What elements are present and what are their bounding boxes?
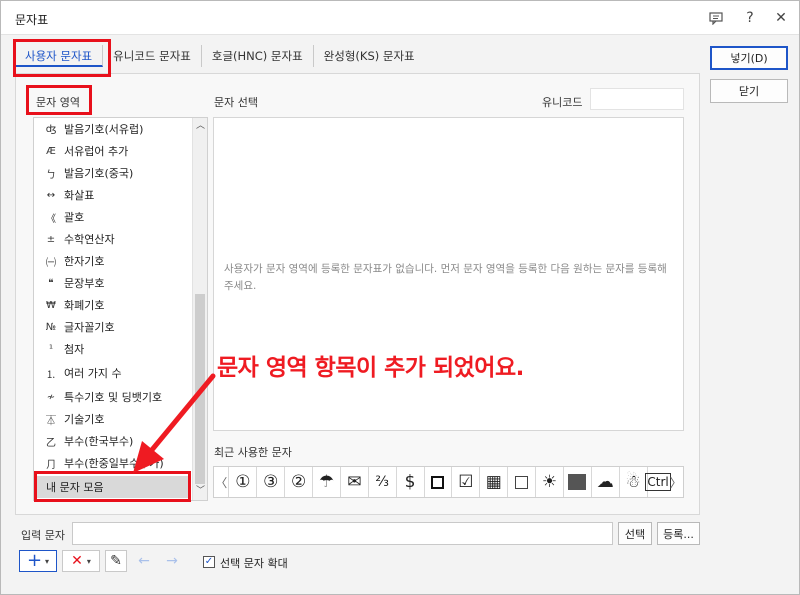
- arrow-right-icon: →: [166, 553, 178, 569]
- list-item[interactable]: ❝ 문장부호: [34, 272, 194, 294]
- list-item-icon: ≁: [46, 391, 56, 403]
- close-icon[interactable]: ✕: [766, 5, 796, 31]
- recent-char[interactable]: ②: [284, 467, 312, 497]
- plus-icon: +: [26, 550, 43, 571]
- list-item[interactable]: ≁ 특수기호 및 딩뱃기호: [34, 386, 194, 408]
- scroll-thumb[interactable]: [195, 294, 205, 484]
- highlight-box-tab: [13, 39, 111, 77]
- list-item-icon: ㄅ: [46, 169, 56, 181]
- recent-char-filled-box[interactable]: [562, 467, 591, 497]
- unicode-label: 유니코드: [542, 96, 583, 109]
- help-icon[interactable]: ?: [735, 5, 765, 31]
- enlarge-checkbox[interactable]: ✓: [203, 556, 215, 568]
- recent-char[interactable]: ☀: [535, 467, 563, 497]
- register-button[interactable]: 등록...: [657, 522, 700, 545]
- list-item-icon: ⏄: [46, 415, 56, 427]
- list-item[interactable]: № 글자꼴기호: [34, 316, 194, 338]
- recent-label: 최근 사용한 문자: [214, 446, 292, 459]
- list-item-icon: ¹: [48, 343, 53, 355]
- list-item-icon: ❝: [48, 277, 54, 289]
- select-button[interactable]: 선택: [618, 522, 652, 545]
- list-item-icon: ⺆: [46, 459, 56, 471]
- highlight-box-my-chars: [34, 471, 191, 502]
- charmap-dialog: 문자표 ? ✕ 사용자 문자표 유니코드 문자표 호글(HNC) 문자표 완성형…: [0, 0, 800, 595]
- list-item-icon: ʤ: [45, 123, 57, 135]
- filled-box-icon: [568, 474, 587, 490]
- list-item-icon: 乙: [46, 437, 56, 449]
- annotation-text: 문자 영역 항목이 추가 되었어요.: [217, 355, 524, 381]
- delete-icon: ✕: [71, 553, 83, 569]
- chevron-right-icon[interactable]: 〉: [669, 474, 683, 491]
- recent-char[interactable]: ▦: [479, 467, 507, 497]
- scroll-up-icon[interactable]: ︿: [193, 119, 207, 133]
- recent-char[interactable]: ☂: [312, 467, 340, 497]
- back-button[interactable]: ←: [133, 550, 155, 572]
- chevron-left-icon[interactable]: 〈: [214, 474, 228, 491]
- list-item[interactable]: 《 괄호: [34, 206, 194, 228]
- region-list-scrollbar[interactable]: ︿ ﹀: [192, 118, 207, 500]
- list-item[interactable]: Æ 서유럽어 추가: [34, 140, 194, 162]
- insert-button[interactable]: 넣기(D): [710, 46, 788, 70]
- list-item-icon: ↔: [46, 189, 56, 201]
- recent-char[interactable]: ⅔: [367, 467, 396, 497]
- list-item[interactable]: ㄅ 발음기호(중국): [34, 162, 194, 184]
- list-item[interactable]: ₩ 화폐기호: [34, 294, 194, 316]
- empty-box-icon: [515, 475, 529, 489]
- list-item-icon: №: [45, 321, 57, 333]
- tab-hnc-charmap[interactable]: 호글(HNC) 문자표: [202, 45, 314, 67]
- pencil-icon: ✎: [110, 553, 122, 569]
- chevron-down-icon: ▾: [86, 556, 91, 566]
- box-icon: [431, 475, 445, 489]
- input-label: 입력 문자: [21, 529, 65, 542]
- chat-icon[interactable]: [701, 5, 731, 31]
- window-title: 문자표: [15, 13, 49, 27]
- recent-chars-strip[interactable]: 〈 ① ③ ② ☂ ✉ ⅔ $ ☑ ▦ ☀ ☁ ☃ Ctrl 〉: [213, 466, 684, 498]
- edit-button[interactable]: ✎: [105, 550, 127, 572]
- close-button[interactable]: 닫기: [710, 79, 788, 103]
- title-bar: 문자표 ? ✕: [1, 1, 799, 35]
- list-item[interactable]: ↔ 화살표: [34, 184, 194, 206]
- forward-button[interactable]: →: [161, 550, 183, 572]
- tab-unicode-charmap[interactable]: 유니코드 문자표: [103, 45, 202, 67]
- char-select-empty-message: 사용자가 문자 영역에 등록한 문자표가 없습니다. 먼저 문자 영역을 등록한…: [224, 263, 667, 292]
- recent-char-empty-box[interactable]: [507, 467, 535, 497]
- recent-char[interactable]: ✉: [339, 467, 368, 497]
- recent-char-ctrl[interactable]: Ctrl: [645, 467, 671, 497]
- recent-char[interactable]: $: [395, 467, 424, 497]
- add-button[interactable]: + ▾: [19, 550, 57, 572]
- unicode-input[interactable]: [590, 88, 684, 110]
- list-item-icon: ±: [46, 233, 56, 245]
- char-select-area[interactable]: 사용자가 문자 영역에 등록한 문자표가 없습니다. 먼저 문자 영역을 등록한…: [213, 117, 684, 431]
- recent-char[interactable]: ☑: [451, 467, 479, 497]
- list-item[interactable]: ⒈ 여러 가지 수: [34, 362, 194, 384]
- list-item[interactable]: ± 수학연산자: [34, 228, 194, 250]
- enlarge-checkbox-label: 선택 문자 확대: [220, 557, 288, 570]
- list-item[interactable]: ⏄ 기술기호: [34, 408, 194, 430]
- list-item-icon: Æ: [46, 145, 56, 157]
- delete-button[interactable]: ✕ ▾: [62, 550, 100, 572]
- list-item[interactable]: 乙 부수(한국부수): [34, 430, 194, 452]
- recent-char-box[interactable]: [423, 467, 452, 497]
- input-chars-field[interactable]: [72, 522, 613, 545]
- highlight-box-region: [26, 85, 92, 115]
- recent-char[interactable]: ☃: [618, 467, 647, 497]
- recent-char[interactable]: ☁: [590, 467, 619, 497]
- arrow-left-icon: ←: [138, 553, 150, 569]
- region-list[interactable]: ʤ 발음기호(서유럽) Æ 서유럽어 추가 ㄅ 발음기호(중국) ↔ 화살표 《 괄호 ±…: [33, 117, 208, 501]
- tab-ks-charmap[interactable]: 완성형(KS) 문자표: [314, 45, 425, 67]
- list-item[interactable]: ʤ 발음기호(서유럽): [34, 118, 194, 140]
- list-item-icon: ㈠: [46, 257, 56, 269]
- chevron-down-icon: ▾: [45, 556, 50, 566]
- list-item[interactable]: ¹ 첨자: [34, 338, 194, 360]
- recent-char[interactable]: ①: [228, 467, 256, 497]
- scroll-down-icon[interactable]: ﹀: [193, 484, 207, 498]
- recent-char[interactable]: ③: [256, 467, 284, 497]
- select-label: 문자 선택: [214, 96, 258, 109]
- list-item-icon: 《: [46, 213, 56, 225]
- list-item[interactable]: ㈠ 한자기호: [34, 250, 194, 272]
- list-item-icon: ₩: [46, 299, 56, 311]
- list-item-icon: ⒈: [46, 369, 56, 381]
